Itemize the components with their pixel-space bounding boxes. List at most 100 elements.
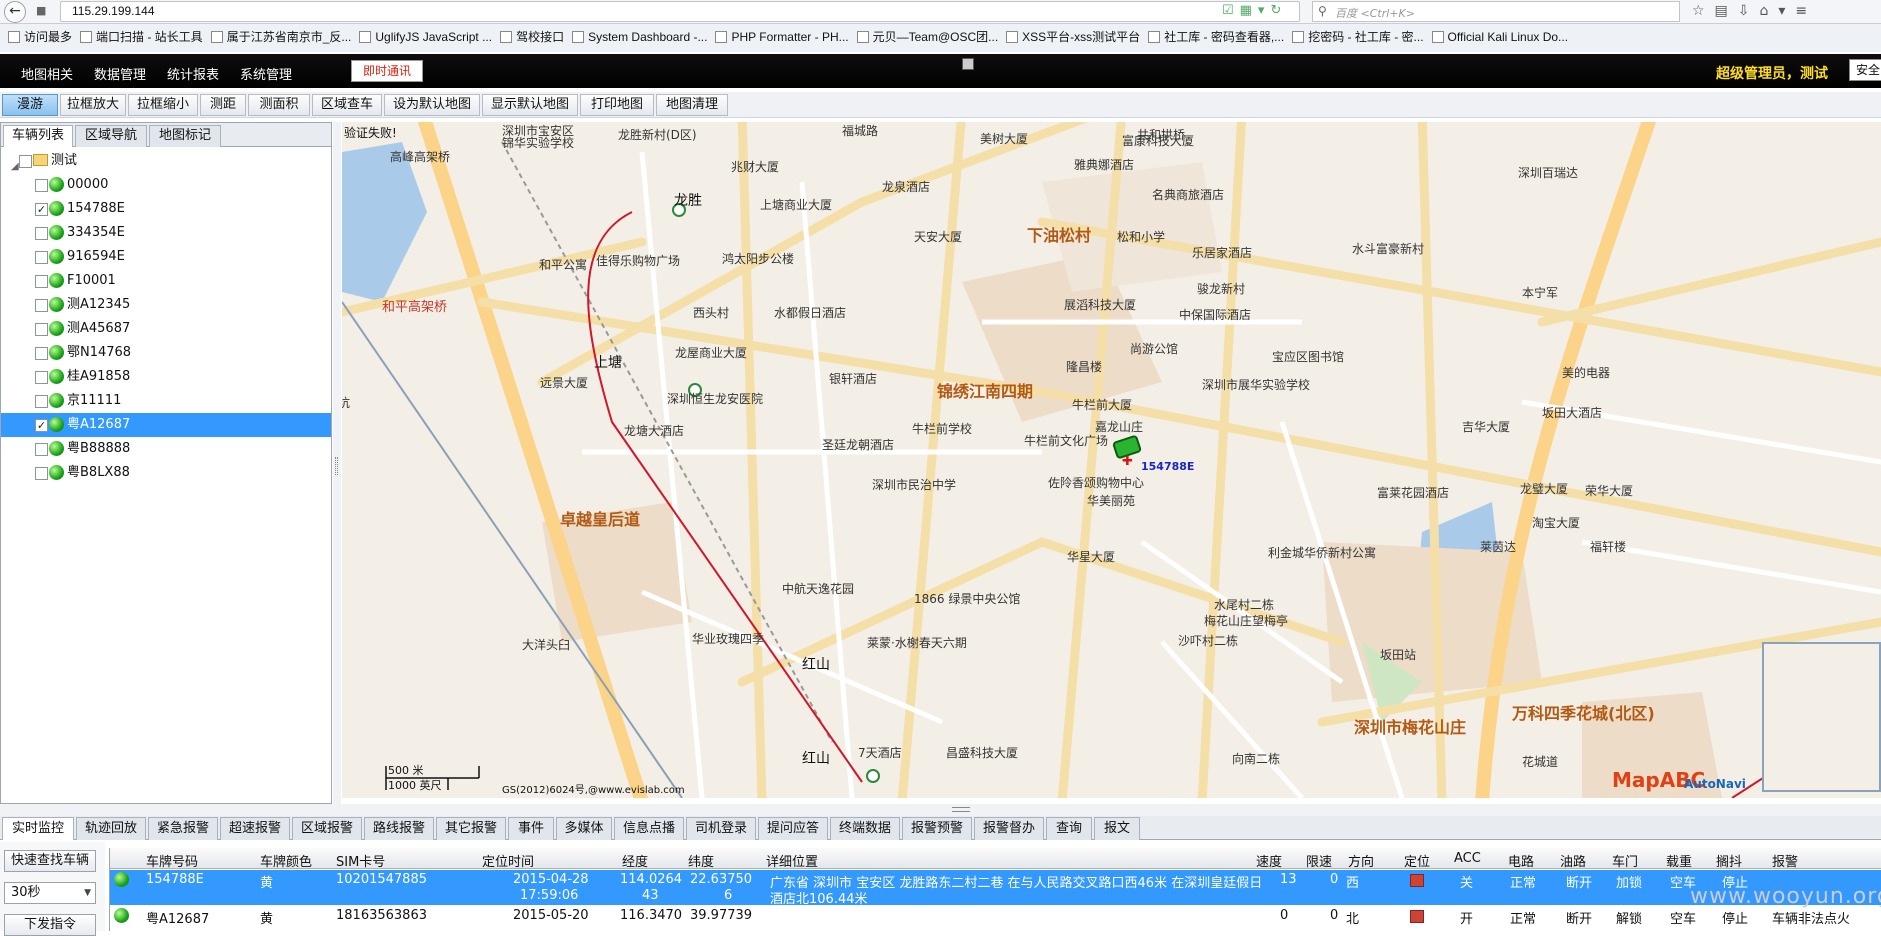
grid-column-header[interactable]: 报警	[1772, 851, 1798, 870]
bookmark-item[interactable]: 驾校接口	[500, 28, 564, 45]
map-poi-label[interactable]: 深圳百瑞达	[1518, 164, 1578, 181]
bottom-tab[interactable]: 事件	[508, 817, 554, 840]
tree-group[interactable]: ◢ 测试	[1, 149, 331, 173]
map-poi-label[interactable]: 卓越皇后道	[560, 506, 640, 530]
map-poi-label[interactable]: 富康科技大厦	[1122, 132, 1194, 149]
vehicle-row[interactable]: 京11111	[1, 389, 331, 413]
map-poi-label[interactable]: 隆昌楼	[1066, 358, 1102, 375]
map-poi-label[interactable]: 上塘商业大厦	[760, 196, 832, 213]
vehicle-row[interactable]: 测A45687	[1, 317, 331, 341]
bottom-tab[interactable]: 司机登录	[686, 817, 756, 840]
map-poi-label[interactable]: 深圳市梅花山庄	[1354, 714, 1466, 738]
map-poi-label[interactable]: 下油松村	[1027, 222, 1091, 246]
map-poi-label[interactable]: 华星大厦	[1067, 548, 1115, 565]
map-poi-label[interactable]: 龙泉酒店	[882, 178, 930, 195]
map-poi-label[interactable]: 远景大厦	[540, 374, 588, 391]
grid-column-header[interactable]: 经度	[622, 851, 648, 870]
map-poi-label[interactable]: 梅花山庄望梅亭	[1204, 612, 1288, 629]
overview-map[interactable]	[1762, 642, 1881, 792]
map-canvas[interactable]: 深圳市宝安区 锦华实验学校 龙胜新村(D区) 福城路 共和拱桥 高峰高架桥 美树大厦 富康科技…	[342, 122, 1881, 798]
tool-button[interactable]: 拉框放大	[60, 94, 126, 116]
url-input[interactable]	[60, 1, 1300, 22]
grid-column-header[interactable]: 车牌颜色	[260, 851, 312, 870]
map-poi-label[interactable]: 向南二栋	[1232, 750, 1280, 767]
vehicle-checkbox[interactable]	[35, 323, 48, 336]
grid-column-header[interactable]: 方向	[1348, 851, 1374, 870]
map-poi-label[interactable]: 锦华实验学校	[502, 134, 574, 151]
map-poi-label[interactable]: 兆财大厦	[731, 158, 779, 175]
map-poi-label[interactable]: 水尾村二栋	[1214, 596, 1274, 613]
bottom-tab[interactable]: 信息点播	[614, 817, 684, 840]
bottom-tab[interactable]: 实时监控	[2, 817, 74, 840]
map-poi-label[interactable]: 中航天逸花园	[782, 580, 854, 597]
grid-column-header[interactable]: 车牌号码	[146, 851, 198, 870]
grid-column-header[interactable]: 限速	[1306, 851, 1332, 870]
shield-icon[interactable]: ☑▦▾↻	[1222, 3, 1287, 18]
map-poi-label[interactable]: 尚游公馆	[1130, 340, 1178, 357]
vehicle-row[interactable]: 00000	[1, 173, 331, 197]
bottom-tab[interactable]: 查询	[1046, 817, 1092, 840]
map-poi-label[interactable]: 圣廷龙朝酒店	[822, 436, 894, 453]
grid-column-header[interactable]: 速度	[1256, 851, 1282, 870]
tab-vehicle-list[interactable]: 车辆列表	[3, 125, 73, 147]
bookmark-item[interactable]: UglifyJS JavaScript ...	[359, 30, 492, 44]
bookmark-item[interactable]: 属于江苏省南京市_反...	[210, 28, 351, 45]
bottom-tab[interactable]: 报警督办	[974, 817, 1044, 840]
map-poi-label[interactable]: 骏龙新村	[1197, 280, 1245, 297]
vehicle-checkbox[interactable]	[35, 179, 48, 192]
group-checkbox[interactable]	[19, 155, 32, 168]
vehicle-checkbox[interactable]	[35, 227, 48, 240]
menu-map[interactable]: 地图相关	[21, 64, 73, 83]
map-poi-label[interactable]: 银轩酒店	[829, 370, 877, 387]
grid-column-header[interactable]: 纬度	[688, 851, 714, 870]
map-poi-label[interactable]: 福轩楼	[1590, 538, 1626, 555]
map-poi-label[interactable]: 1866 绿景中央公馆	[914, 590, 1020, 607]
table-row[interactable]: 粤A12687 黄 18163563863 2015-05-20 116.3470 39.…	[110, 906, 1881, 932]
map-poi-label[interactable]: 坂田站	[1380, 646, 1416, 663]
map-poi-label[interactable]: 名典商旅酒店	[1152, 186, 1224, 203]
bottom-tab[interactable]: 报警预警	[902, 817, 972, 840]
map-poi-label[interactable]: 水都假日酒店	[774, 304, 846, 321]
bottom-tab[interactable]: 区域报警	[292, 817, 362, 840]
bottom-tab[interactable]: 终端数据	[830, 817, 900, 840]
map-poi-label[interactable]: 上塘	[594, 352, 622, 372]
vehicle-row[interactable]: 334354E	[1, 221, 331, 245]
grid-column-header[interactable]: ACC	[1454, 851, 1481, 866]
map-poi-label[interactable]: 龙胜新村(D区)	[618, 126, 697, 143]
grid-column-header[interactable]: 油路	[1560, 851, 1586, 870]
tool-button[interactable]: 区域查车	[312, 94, 382, 116]
map-poi-label[interactable]: 大洋头臼	[522, 636, 570, 653]
table-row[interactable]: 154788E 黄 10201547885 2015-04-28 17:59:06 114…	[110, 870, 1881, 907]
map-poi-label[interactable]: 莱茵达	[1480, 538, 1516, 555]
tool-button[interactable]: 漫游	[2, 94, 58, 116]
grid-column-header[interactable]: 车门	[1612, 851, 1638, 870]
vehicle-row[interactable]: 桂A91858	[1, 365, 331, 389]
bookmark-item[interactable]: PHP Formatter - PH...	[715, 30, 849, 44]
bookmark-item[interactable]: 访问最多	[8, 28, 72, 45]
grid-column-header[interactable]: 定位时间	[482, 851, 534, 870]
car-plate-label[interactable]: 154788E	[1141, 460, 1194, 473]
map-poi-label[interactable]: 乐居家酒店	[1192, 244, 1252, 261]
map-poi-label[interactable]: 牛栏前大厦	[1072, 396, 1132, 413]
map-poi-label[interactable]: 花城道	[1522, 753, 1558, 770]
bookmark-item[interactable]: 端口扫描 - 站长工具	[80, 28, 203, 45]
map-poi-label[interactable]: 莱蒙·水榭春天六期	[867, 634, 967, 651]
vehicle-row[interactable]: 粤B8LX88	[1, 461, 331, 485]
tab-map-marks[interactable]: 地图标记	[149, 125, 221, 147]
vehicle-row[interactable]: F10001	[1, 269, 331, 293]
browser-toolbar-icons[interactable]: ☆▤⇩⌂▾≡	[1692, 3, 1817, 19]
quick-find-vehicle-button[interactable]: 快速查找车辆	[4, 850, 96, 872]
grid-column-header[interactable]: 载重	[1666, 851, 1692, 870]
map-poi-label[interactable]: 本宁军	[1522, 284, 1558, 301]
bookmark-item[interactable]: XSS平台-xss测试平台	[1006, 28, 1140, 45]
map-poi-label[interactable]: 牛栏前学校	[912, 420, 972, 437]
grid-column-header[interactable]: 搁抖	[1716, 851, 1742, 870]
map-poi-label[interactable]: 荣华大厦	[1585, 482, 1633, 499]
bookmark-item[interactable]: 挖密码 - 社工库 - 密...	[1292, 28, 1424, 45]
grid-column-header[interactable]: 电路	[1508, 851, 1534, 870]
tool-button[interactable]: 打印地图	[580, 94, 654, 116]
map-poi-label[interactable]: 吉华大厦	[1462, 418, 1510, 435]
map-poi-label[interactable]: 深圳恒生龙安医院	[667, 390, 763, 407]
vehicle-checkbox[interactable]	[35, 467, 48, 480]
vehicle-row[interactable]: 916594E	[1, 245, 331, 269]
